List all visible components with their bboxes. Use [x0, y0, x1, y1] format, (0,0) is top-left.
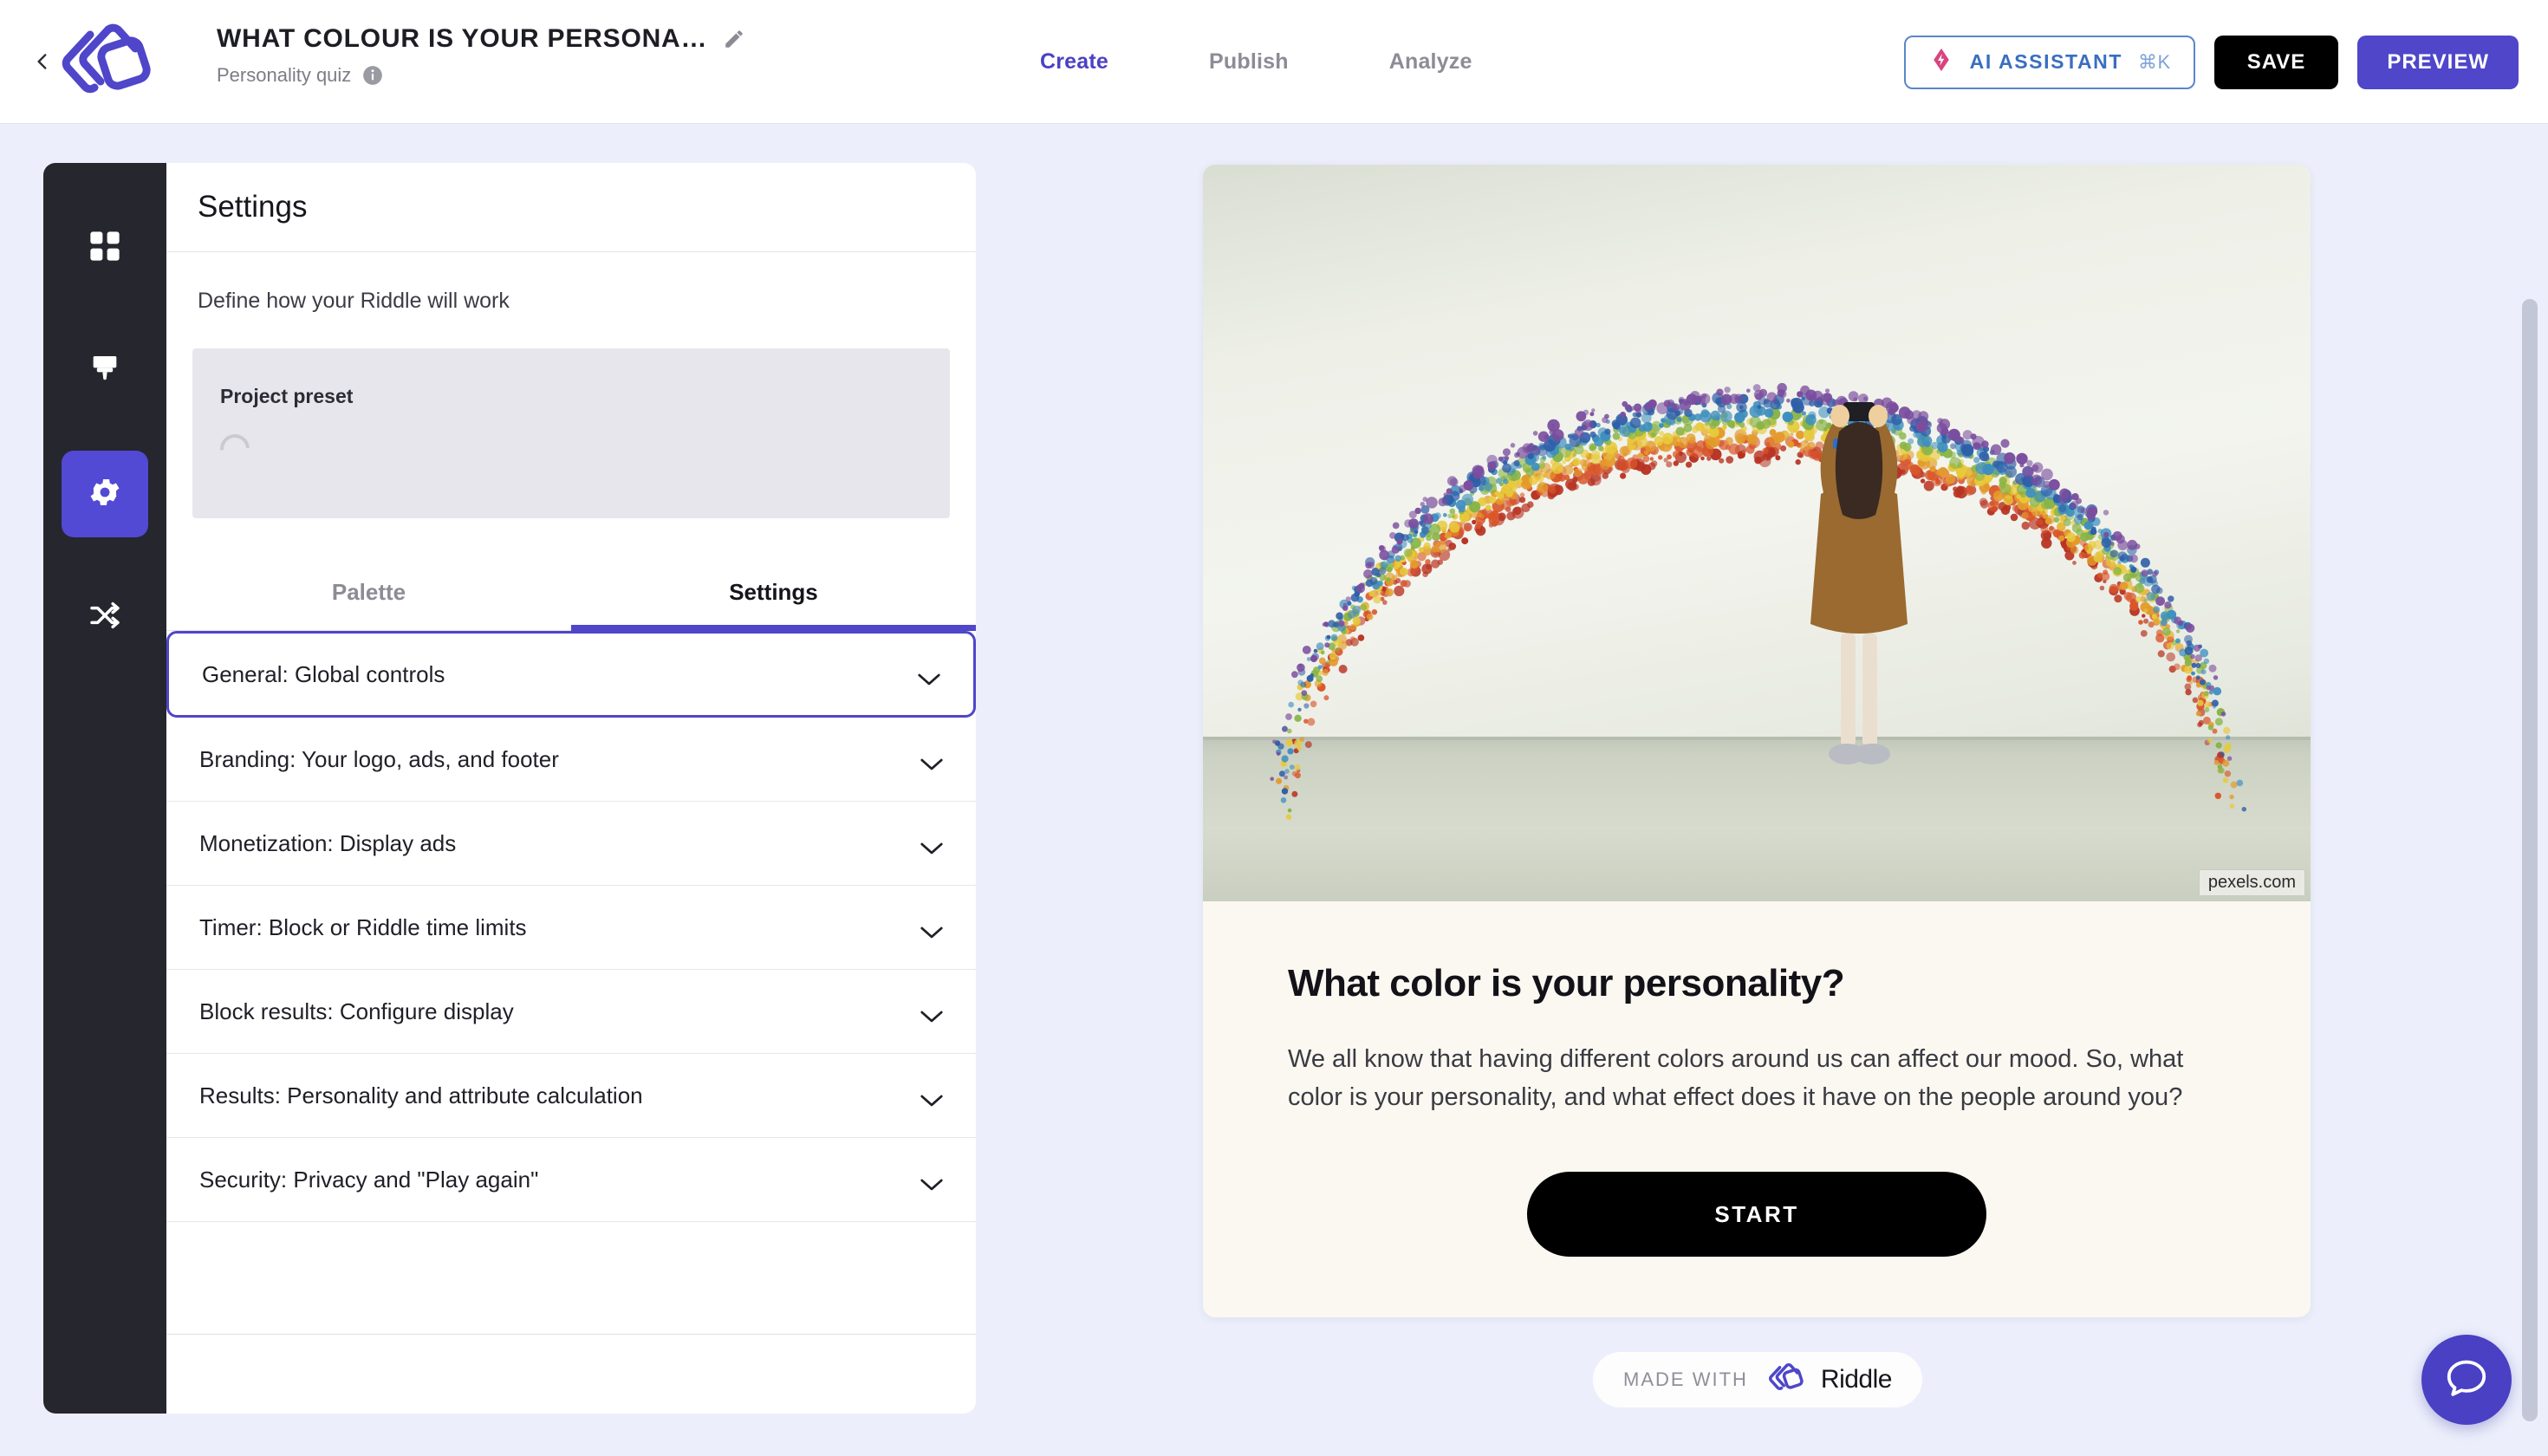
- preview-paragraph: We all know that having different colors…: [1288, 1040, 2226, 1116]
- riddle-brand-name: Riddle: [1821, 1365, 1892, 1394]
- preview-button[interactable]: PREVIEW: [2357, 36, 2519, 89]
- chevron-down-icon: [919, 751, 945, 767]
- chevron-down-icon: [916, 666, 942, 682]
- tab-settings[interactable]: Settings: [571, 560, 976, 630]
- person-figure: [1753, 373, 1961, 789]
- info-icon[interactable]: [361, 64, 384, 87]
- editor-sidebar: [43, 163, 166, 1414]
- accordion-label: Security: Privacy and "Play again": [199, 1167, 538, 1193]
- nav-tab-create[interactable]: Create: [1040, 49, 1108, 75]
- chevron-down-icon: [919, 920, 945, 935]
- chevron-down-icon: [919, 1172, 945, 1187]
- project-title-block: WHAT COLOUR IS YOUR PERSONA… Personality…: [217, 24, 745, 87]
- loading-spinner-icon: [214, 428, 256, 470]
- app-header: WHAT COLOUR IS YOUR PERSONA… Personality…: [0, 0, 2548, 124]
- preview-body: What color is your personality? We all k…: [1203, 901, 2311, 1257]
- accordion-item-timer[interactable]: Timer: Block or Riddle time limits: [166, 886, 976, 970]
- settings-title: Settings: [198, 190, 307, 224]
- sidebar-item-settings[interactable]: [62, 451, 148, 537]
- chevron-down-icon: [919, 835, 945, 851]
- chevron-down-icon: [919, 1088, 945, 1103]
- riddle-preview-card: pexels.com What color is your personalit…: [1203, 165, 2311, 1317]
- sidebar-item-blocks[interactable]: [62, 205, 148, 291]
- header-actions: AI ASSISTANT ⌘K SAVE PREVIEW: [1904, 0, 2519, 124]
- start-button[interactable]: START: [1527, 1172, 1986, 1257]
- share-icon: [88, 598, 122, 637]
- accordion-label: Monetization: Display ads: [199, 830, 456, 857]
- made-with-label: MADE WITH: [1623, 1368, 1748, 1391]
- accordion-empty-space: [166, 1222, 976, 1335]
- page-scrollbar-thumb[interactable]: [2522, 299, 2538, 1421]
- ai-assistant-label: AI ASSISTANT: [1970, 50, 2122, 74]
- gear-icon: [87, 474, 123, 515]
- accordion-item-security[interactable]: Security: Privacy and "Play again": [166, 1138, 976, 1222]
- sidebar-item-design[interactable]: [62, 328, 148, 414]
- tab-active-underline: [571, 625, 976, 631]
- settings-description: Define how your Riddle will work: [166, 252, 976, 314]
- pencil-icon[interactable]: [723, 28, 745, 50]
- back-button[interactable]: [31, 50, 54, 73]
- chat-bubble-icon: [2443, 1355, 2490, 1406]
- accordion-item-monetization[interactable]: Monetization: Display ads: [166, 802, 976, 886]
- page-scrollbar[interactable]: [2522, 299, 2538, 1421]
- accordion-label: Block results: Configure display: [199, 998, 514, 1025]
- paintbrush-icon: [88, 352, 122, 391]
- project-subtitle: Personality quiz: [217, 64, 351, 87]
- accordion-item-block-results[interactable]: Block results: Configure display: [166, 970, 976, 1054]
- image-credit: pexels.com: [2199, 869, 2305, 896]
- accordion-item-results[interactable]: Results: Personality and attribute calcu…: [166, 1054, 976, 1138]
- riddle-logo[interactable]: [54, 17, 151, 104]
- save-button[interactable]: SAVE: [2214, 36, 2339, 89]
- chevron-down-icon: [919, 1004, 945, 1019]
- riddle-logo-small: [1765, 1361, 1804, 1399]
- accordion-label: Results: Personality and attribute calcu…: [199, 1082, 643, 1109]
- accordion-label: Branding: Your logo, ads, and footer: [199, 746, 559, 773]
- nav-tab-publish[interactable]: Publish: [1209, 49, 1289, 75]
- sidebar-item-share[interactable]: [62, 574, 148, 660]
- accordion-label: General: Global controls: [202, 661, 445, 688]
- ai-assistant-shortcut: ⌘K: [2138, 51, 2171, 74]
- page-title: WHAT COLOUR IS YOUR PERSONA…: [217, 24, 707, 54]
- ai-assistant-button[interactable]: AI ASSISTANT ⌘K: [1904, 36, 2195, 89]
- main-nav: Create Publish Analyze: [1040, 0, 1472, 124]
- project-preset-card[interactable]: Project preset: [192, 348, 950, 518]
- accordion-item-branding[interactable]: Branding: Your logo, ads, and footer: [166, 718, 976, 802]
- preview-heading: What color is your personality?: [1288, 962, 2226, 1005]
- made-with-riddle-badge[interactable]: MADE WITH Riddle: [1593, 1352, 1922, 1407]
- accordion-item-general[interactable]: General: Global controls: [166, 631, 976, 718]
- ai-spark-icon: [1928, 47, 1954, 77]
- settings-accordion: General: Global controls Branding: Your …: [166, 631, 976, 1335]
- settings-panel: Settings Define how your Riddle will wor…: [166, 163, 976, 1414]
- grid-icon: [87, 228, 123, 269]
- tab-palette[interactable]: Palette: [166, 560, 571, 630]
- settings-panel-header: Settings: [166, 163, 976, 252]
- settings-tabs: Palette Settings: [166, 560, 976, 631]
- project-preset-label: Project preset: [220, 385, 950, 408]
- nav-tab-analyze[interactable]: Analyze: [1389, 49, 1472, 75]
- hero-image: pexels.com: [1203, 165, 2311, 901]
- chat-support-button[interactable]: [2421, 1335, 2512, 1425]
- accordion-label: Timer: Block or Riddle time limits: [199, 914, 527, 941]
